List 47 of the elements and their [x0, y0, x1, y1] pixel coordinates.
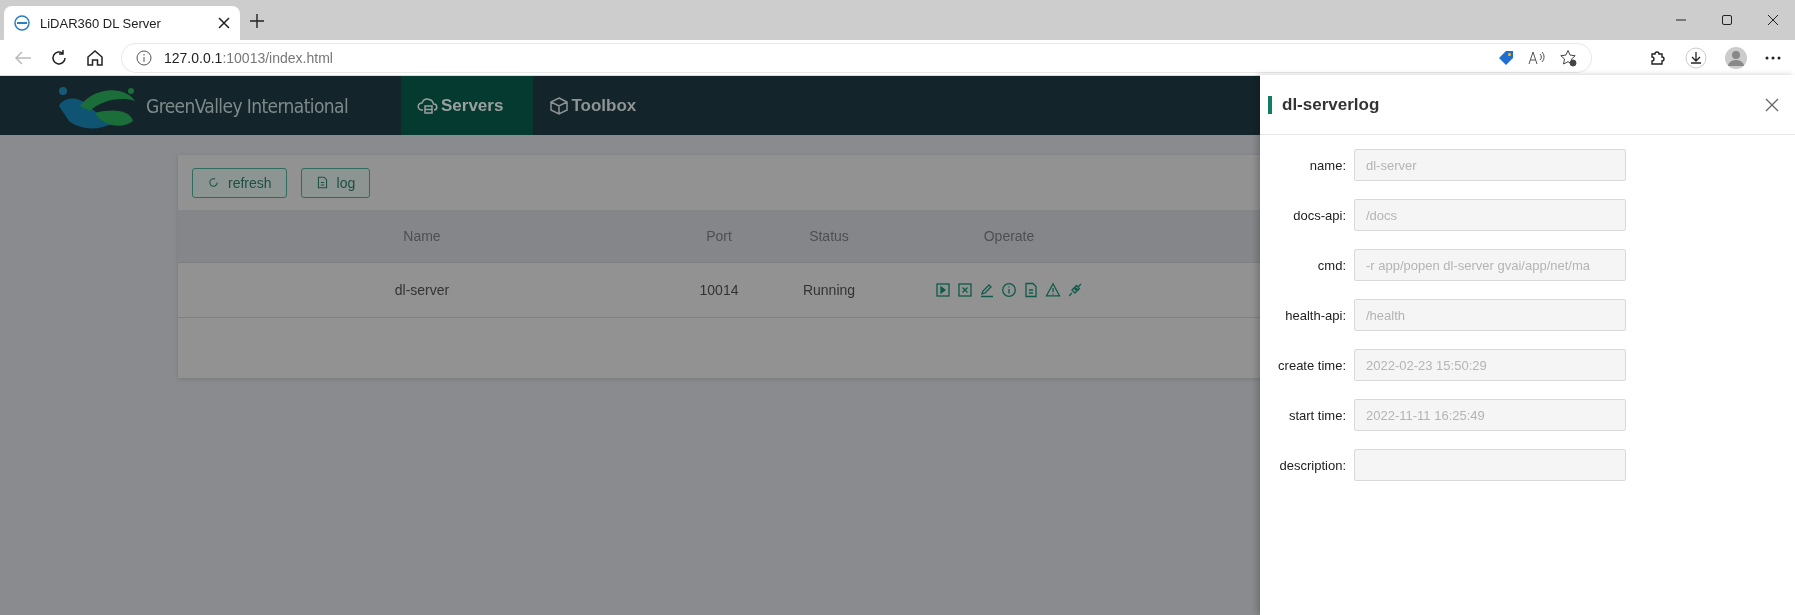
table-cell-text: dl-server: [393, 282, 451, 298]
stop-icon[interactable]: [957, 282, 973, 298]
play-icon[interactable]: [935, 282, 951, 298]
home-icon[interactable]: [86, 48, 104, 67]
puzzle-icon[interactable]: [1649, 48, 1667, 67]
tag-icon[interactable]: [1497, 48, 1515, 67]
logo-text: GreenValley International: [146, 94, 349, 117]
info-icon[interactable]: [136, 49, 152, 66]
cloud-server-icon: [417, 96, 439, 115]
download-icon[interactable]: [1685, 46, 1707, 69]
close-icon[interactable]: [218, 17, 230, 29]
document-icon[interactable]: [1023, 282, 1039, 298]
new-tab-icon[interactable]: [250, 14, 264, 28]
field-label: description:: [1278, 457, 1346, 473]
globe-logo-icon: [14, 15, 30, 31]
field-label: docs-api:: [1292, 207, 1346, 223]
plug-icon[interactable]: [1067, 282, 1083, 298]
log-button[interactable]: log: [300, 167, 371, 198]
url-text: 127.0.0.1:10013/index.html: [164, 49, 333, 66]
tab-title: LiDAR360 DL Server: [40, 15, 162, 31]
read-aloud-icon[interactable]: [1527, 49, 1547, 66]
warning-icon[interactable]: [1045, 282, 1061, 298]
nav-tab[interactable]: Toolbox: [533, 76, 667, 135]
nav-tab[interactable]: Servers: [401, 76, 534, 135]
reload-icon[interactable]: [50, 48, 68, 67]
table-cell-text: 10014: [698, 282, 740, 298]
table-cell-text: Running: [801, 282, 857, 298]
drawer-title: dl-serverlog: [1282, 94, 1381, 115]
refresh-icon: [207, 176, 220, 189]
address-bar[interactable]: 127.0.0.1:10013/index.html: [122, 43, 1591, 72]
info-icon[interactable]: [1001, 282, 1017, 298]
field-label: name:: [1308, 157, 1346, 173]
more-icon[interactable]: [1765, 55, 1781, 60]
refresh-button[interactable]: refresh: [192, 167, 287, 198]
avatar-icon[interactable]: [1725, 46, 1747, 69]
document-icon: [315, 176, 329, 189]
field-label: cmd:: [1316, 257, 1346, 273]
maximize-icon[interactable]: [1721, 14, 1733, 26]
browser-tab[interactable]: LiDAR360 DL Server: [4, 6, 240, 40]
close-icon[interactable]: [1767, 14, 1779, 26]
field-label: start time:: [1287, 407, 1346, 423]
favorite-star-icon[interactable]: [1559, 48, 1577, 67]
field-label: health-api:: [1284, 307, 1346, 323]
edit-icon[interactable]: [979, 282, 995, 298]
field-label: create time:: [1277, 357, 1346, 373]
title-accent-bar: [1268, 95, 1272, 114]
box-icon: [549, 96, 570, 115]
